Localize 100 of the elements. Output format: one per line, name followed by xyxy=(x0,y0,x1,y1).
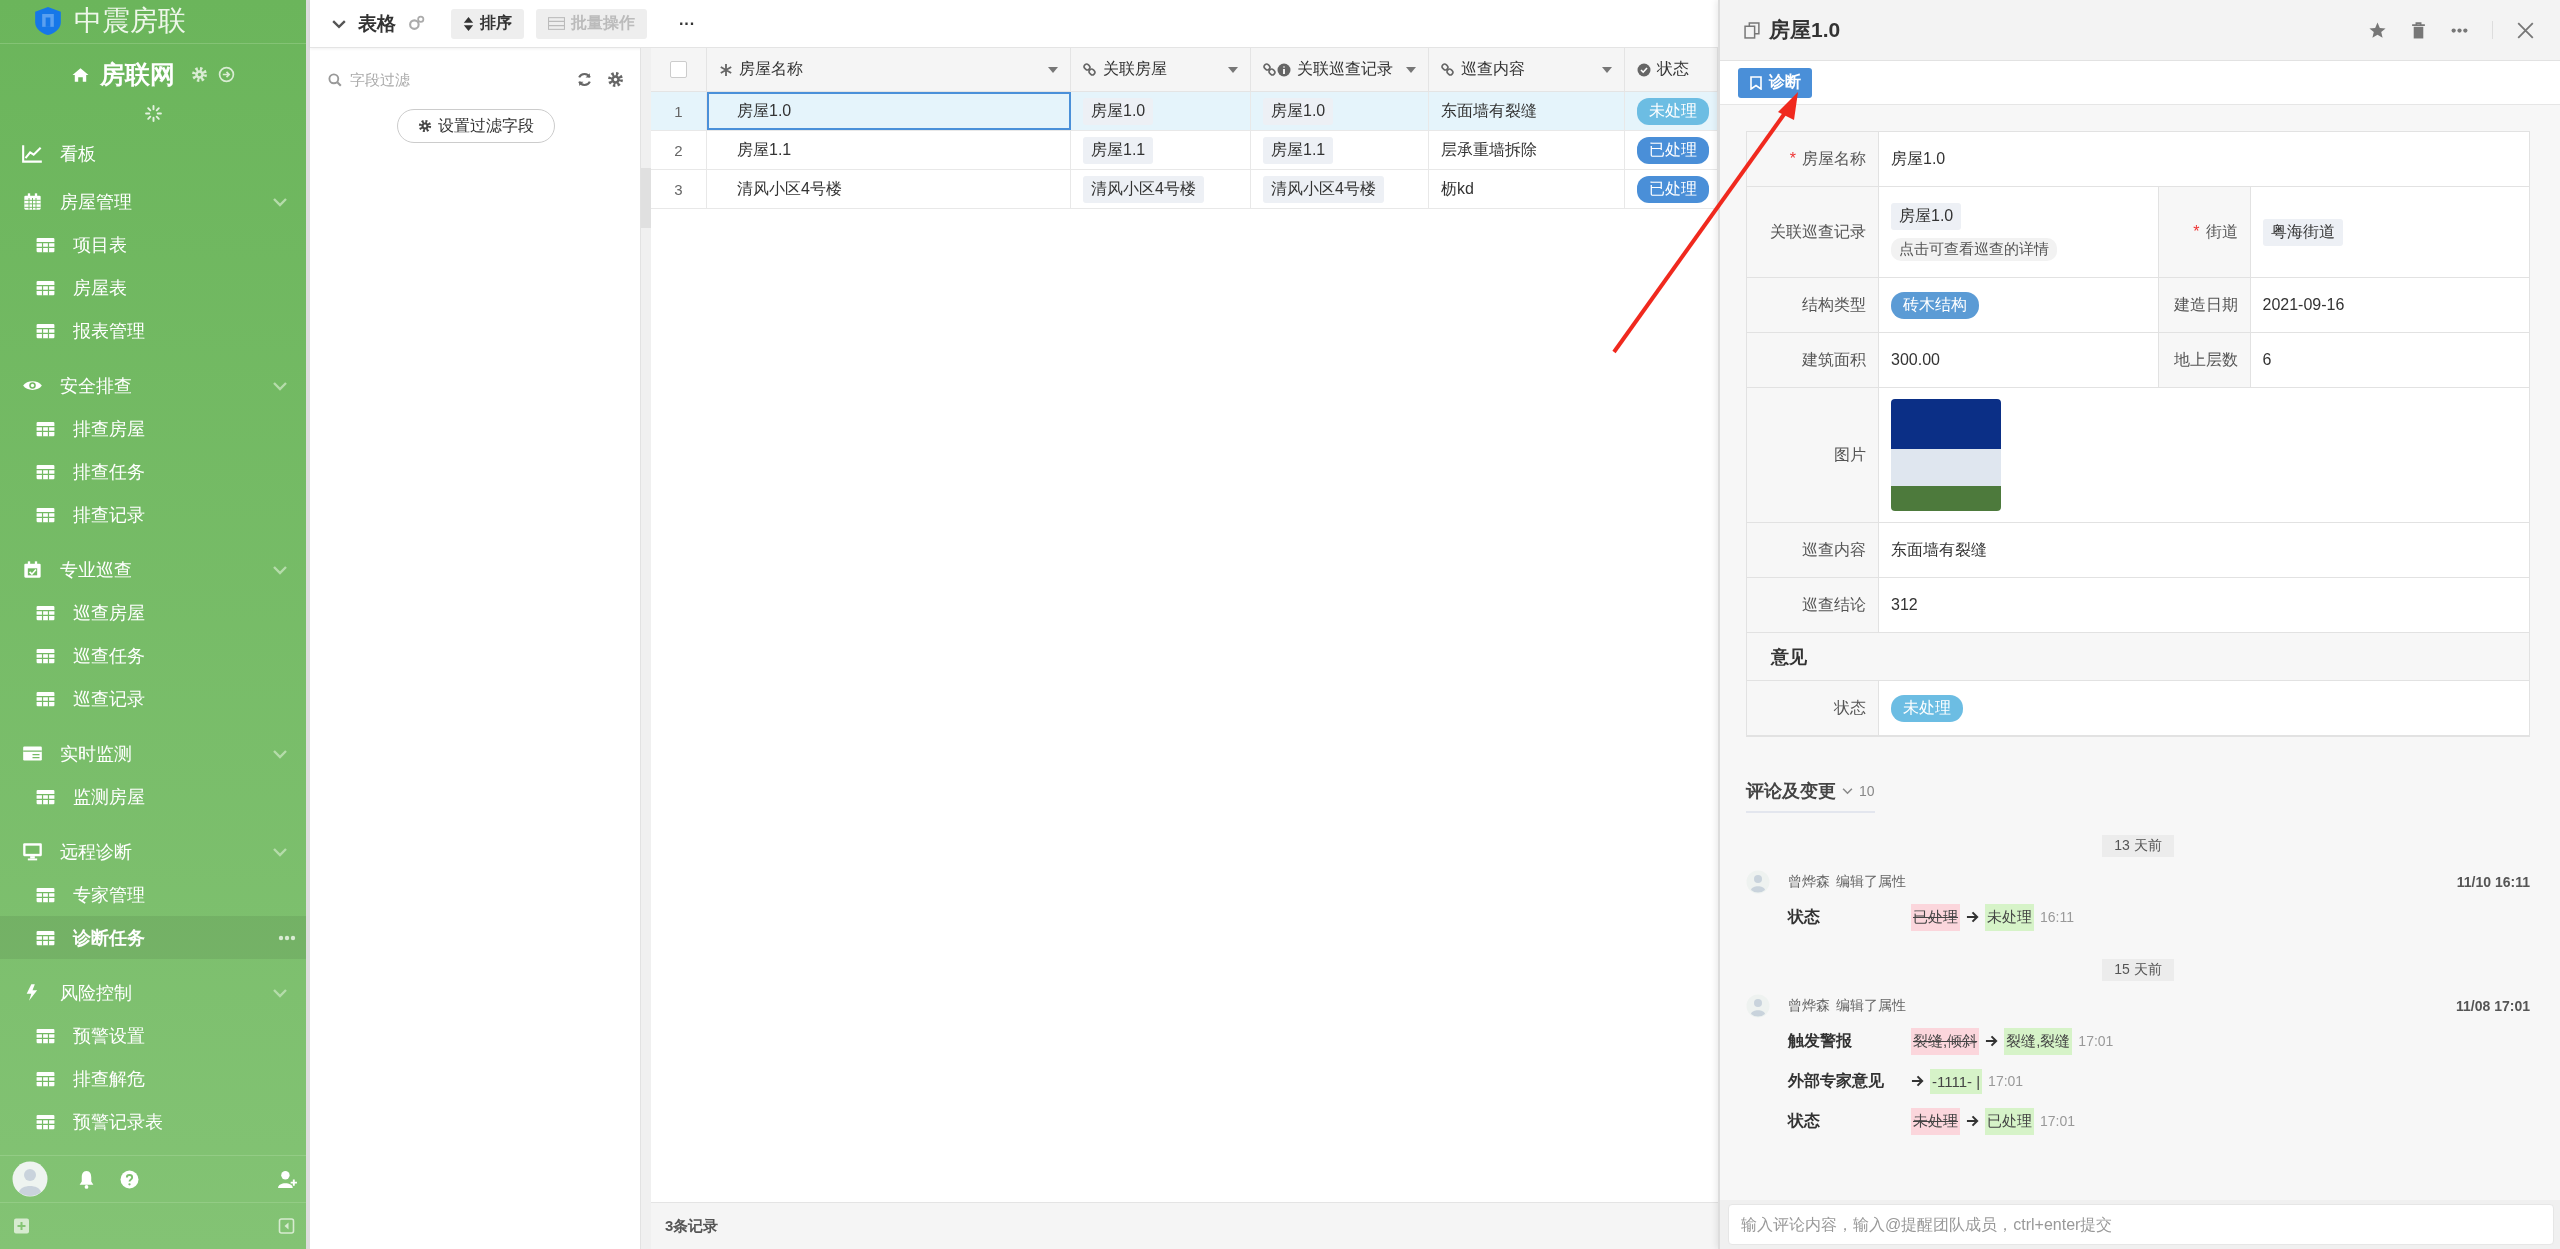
new-value: 未处理 xyxy=(1985,903,2034,931)
link-tag[interactable]: 房屋1.1 xyxy=(1083,136,1154,164)
column-header[interactable]: 关联房屋 xyxy=(1071,48,1251,91)
caret-icon[interactable] xyxy=(1406,66,1416,73)
column-header[interactable]: 房屋名称 xyxy=(707,48,1071,91)
help-icon[interactable] xyxy=(119,1169,140,1189)
table-row[interactable]: 1 房屋1.0 房屋1.0 房屋1.0 东面墙有裂缝 未处理 xyxy=(651,92,1718,131)
monitor-icon xyxy=(22,842,43,861)
menu-group[interactable]: 远程诊断 xyxy=(0,830,306,873)
menu-item[interactable]: 监测房屋 xyxy=(0,775,306,818)
table-icon xyxy=(36,279,55,296)
diagnose-button[interactable]: 诊断 xyxy=(1738,67,1812,98)
menu-item[interactable]: 排查任务 xyxy=(0,450,306,493)
table-icon xyxy=(36,506,55,523)
table-icon xyxy=(36,1027,55,1044)
record-title: 房屋1.0 xyxy=(1769,17,1841,43)
menu-group[interactable]: 实时监测 xyxy=(0,732,306,775)
link-tag[interactable]: 清风小区4号楼 xyxy=(1263,175,1384,203)
sort-button[interactable]: 排序 xyxy=(451,8,524,39)
calendar-icon xyxy=(22,192,43,211)
field-value: 300.00 xyxy=(1891,351,1940,369)
timestamp: 11/10 16:11 xyxy=(2456,874,2530,890)
trash-icon[interactable] xyxy=(2410,21,2427,39)
caret-icon[interactable] xyxy=(1048,66,1058,73)
link-tag[interactable]: 房屋1.0 xyxy=(1891,203,1962,230)
refresh-icon[interactable] xyxy=(576,71,593,88)
menu-item[interactable]: 项目表 xyxy=(0,223,306,266)
menu-item[interactable]: 专家管理 xyxy=(0,873,306,916)
link-tag[interactable]: 房屋1.1 xyxy=(1263,136,1334,164)
field-label: 巡查结论 xyxy=(1802,594,1866,615)
menu-item[interactable]: 巡查记录 xyxy=(0,677,306,720)
chevron-icon xyxy=(272,564,288,575)
menu-group[interactable]: 专业巡查 xyxy=(0,548,306,591)
table-icon xyxy=(36,1113,55,1130)
menu-item[interactable]: 排查记录 xyxy=(0,493,306,536)
field-label: 状态 xyxy=(1834,697,1866,718)
column-header[interactable]: 关联巡查记录 xyxy=(1251,48,1429,91)
menu-item[interactable]: 看板 xyxy=(0,132,306,175)
arrow-icon xyxy=(1966,1115,1979,1127)
gears-icon[interactable] xyxy=(408,15,425,32)
caret-icon[interactable] xyxy=(1602,66,1612,73)
workspace-name: 房联网 xyxy=(100,59,175,91)
checkbox[interactable] xyxy=(670,61,687,78)
table-cell: 东面墙有裂缝 xyxy=(1429,92,1625,130)
star-icon[interactable] xyxy=(2369,21,2386,39)
close-icon[interactable] xyxy=(2517,21,2534,39)
activity-tab[interactable]: 评论及变更 10 xyxy=(1746,779,1875,813)
table-cell: 房屋1.1 xyxy=(707,131,1071,169)
more-button[interactable]: ··· xyxy=(673,13,701,34)
column-header[interactable]: 巡查内容 xyxy=(1429,48,1625,91)
copy-icon[interactable] xyxy=(1744,21,1761,39)
home-icon xyxy=(71,66,90,83)
arrow-icon xyxy=(1911,1075,1924,1087)
menu-item[interactable]: 房屋表 xyxy=(0,266,306,309)
old-value: 已处理 xyxy=(1911,903,1960,931)
table-row[interactable]: 2 房屋1.1 房屋1.1 房屋1.1 层承重墙拆除 已处理 xyxy=(651,131,1718,170)
field-value: 东面墙有裂缝 xyxy=(1891,539,1987,560)
table-icon xyxy=(36,420,55,437)
table-icon xyxy=(36,647,55,664)
calendar-check-icon xyxy=(22,560,43,579)
table-icon xyxy=(36,236,55,253)
photo-placeholder[interactable] xyxy=(1891,399,2001,511)
menu-group[interactable]: 风险控制 xyxy=(0,971,306,1014)
link-tag[interactable]: 清风小区4号楼 xyxy=(1083,175,1204,203)
new-value: 已处理 xyxy=(1985,1107,2034,1135)
settings-icon[interactable] xyxy=(607,71,624,88)
status-tag: 未处理 xyxy=(1637,97,1709,125)
bookmark-icon xyxy=(1749,75,1763,90)
menu-item[interactable]: 巡查房屋 xyxy=(0,591,306,634)
add-user-icon[interactable] xyxy=(277,1169,298,1189)
menu-item[interactable]: 巡查任务 xyxy=(0,634,306,677)
menu-item[interactable]: 排查房屋 xyxy=(0,407,306,450)
field-label: 建筑面积 xyxy=(1802,349,1866,370)
menu-item[interactable]: 报表管理 xyxy=(0,309,306,352)
author-name: 曾烨森 xyxy=(1788,873,1830,891)
filter-settings-button[interactable]: 设置过滤字段 xyxy=(397,109,555,143)
asterisk-icon xyxy=(719,62,733,77)
hint-tag[interactable]: 点击可查看巡查的详情 xyxy=(1891,238,2057,261)
menu-group[interactable]: 房屋管理 xyxy=(0,180,306,223)
link-info-icon xyxy=(1263,62,1291,77)
menu-group[interactable]: 安全排查 xyxy=(0,364,306,407)
resize-handle[interactable] xyxy=(641,168,651,228)
menu-item[interactable]: 预警设置 xyxy=(0,1014,306,1057)
table-row[interactable]: 3 清风小区4号楼 清风小区4号楼 清风小区4号楼 枥kd 已处理 xyxy=(651,170,1718,209)
table-icon xyxy=(548,15,565,32)
more-icon[interactable] xyxy=(278,934,296,941)
caret-icon[interactable] xyxy=(1228,66,1238,73)
menu-item[interactable]: 诊断任务 xyxy=(0,916,306,959)
menu-item[interactable]: 预警记录表 xyxy=(0,1100,306,1143)
link-tag[interactable]: 房屋1.0 xyxy=(1083,97,1154,125)
link-tag[interactable]: 房屋1.0 xyxy=(1263,97,1334,125)
search-field[interactable]: 字段过滤 xyxy=(348,70,502,89)
record-count: 3条记录 xyxy=(665,1216,719,1236)
comment-field[interactable]: 输入评论内容，输入@提醒团队成员，ctrl+enter提交 xyxy=(1728,1204,2554,1245)
brand-name: 中震房联 xyxy=(74,4,186,39)
shield-logo-icon xyxy=(34,5,62,38)
field-label: 街道 xyxy=(2205,221,2238,242)
chevron-icon xyxy=(272,987,288,998)
arrow-icon xyxy=(1966,911,1979,923)
menu-item[interactable]: 排查解危 xyxy=(0,1057,306,1100)
